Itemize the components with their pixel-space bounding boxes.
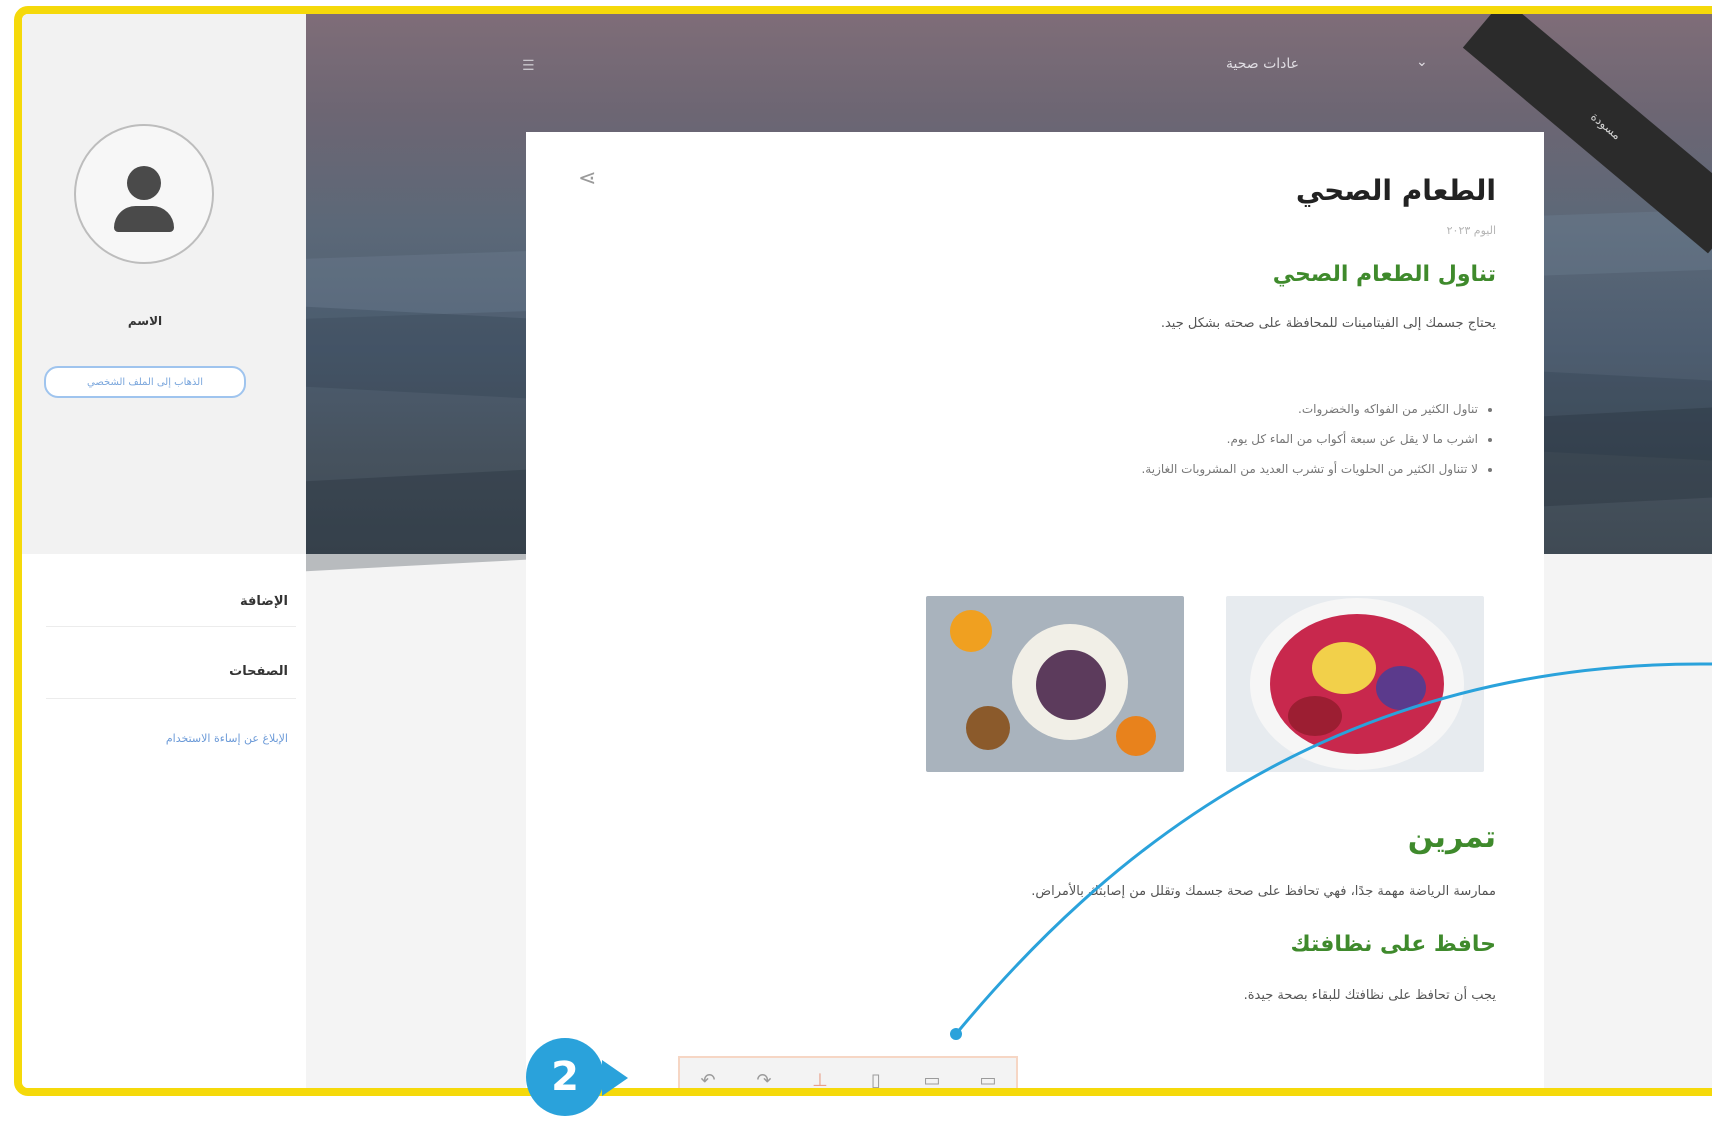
pin-icon[interactable]: ⊥ [806,1066,834,1089]
sidebar: الاسم الذهاب إلى الملف الشخصي الإضافة ال… [22,14,306,1088]
divider [46,626,296,627]
menu-icon[interactable]: ☰ [522,58,538,74]
undo-icon[interactable]: ↶ [694,1066,722,1089]
section-text: يحتاج جسمك إلى الفيتامينات للمحافظة على … [1160,316,1496,331]
report-abuse-link[interactable]: الإبلاغ عن إساءة الاستخدام [166,732,288,745]
phone-icon[interactable]: ▯ [862,1066,890,1089]
section-heading: تمرين [1407,820,1496,855]
redo-icon[interactable]: ↷ [750,1066,778,1089]
section-heading: حافظ على نظافتك [1290,932,1497,957]
list-item: لا تتناول الكثير من الحلويات أو تشرب الع… [1141,454,1478,484]
section-text: يجب أن تحافظ على نظافتك للبقاء بصحة جيدة… [1243,988,1496,1003]
tablet-icon[interactable]: ▭ [918,1066,946,1089]
avatar-icon[interactable] [74,124,214,264]
sidebar-item-pages[interactable]: الصفحات [229,664,288,679]
callout-badge: 2 [526,1038,604,1116]
list-item: تناول الكثير من الفواكه والخضروات. [1141,394,1478,424]
callout-arrow [602,1060,628,1096]
preview-toolbar: ↶ ↷ ⊥ ▯ ▭ ▭ [678,1056,1018,1089]
profile-button[interactable]: الذهاب إلى الملف الشخصي [44,366,246,398]
user-name: الاسم [127,314,163,328]
card-meta: اليوم ٢٠٢٣ [1446,224,1496,237]
desktop-icon[interactable]: ▭ [974,1066,1002,1089]
section-text: ممارسة الرياضة مهمة جدًا، فهي تحافظ على … [1031,884,1496,899]
screenshot-frame: الاسم الذهاب إلى الملف الشخصي الإضافة ال… [14,6,1712,1096]
fruit-bowl-image [1226,596,1484,772]
sidebar-item-add[interactable]: الإضافة [240,594,288,609]
chevron-down-icon[interactable]: ⌄ [1416,54,1428,70]
food-image [926,596,1184,772]
section-heading: تناول الطعام الصحي [1272,262,1496,287]
page-title: عادات صحية [1226,56,1300,72]
tips-list: تناول الكثير من الفواكه والخضروات. اشرب … [1141,394,1496,484]
content-card: ⋖ الطعام الصحي اليوم ٢٠٢٣ تناول الطعام ا… [526,132,1544,1089]
card-title: الطعام الصحي [1295,174,1496,207]
divider [46,698,296,699]
sidebar-profile-panel [22,14,306,554]
list-item: اشرب ما لا يقل عن سبعة أكواب من الماء كل… [1141,424,1478,454]
share-icon[interactable]: ⋖ [578,166,596,191]
main-content: ☰ عادات صحية ⌄ مسودة ⋖ الطعام الصحي اليو… [306,14,1712,1088]
